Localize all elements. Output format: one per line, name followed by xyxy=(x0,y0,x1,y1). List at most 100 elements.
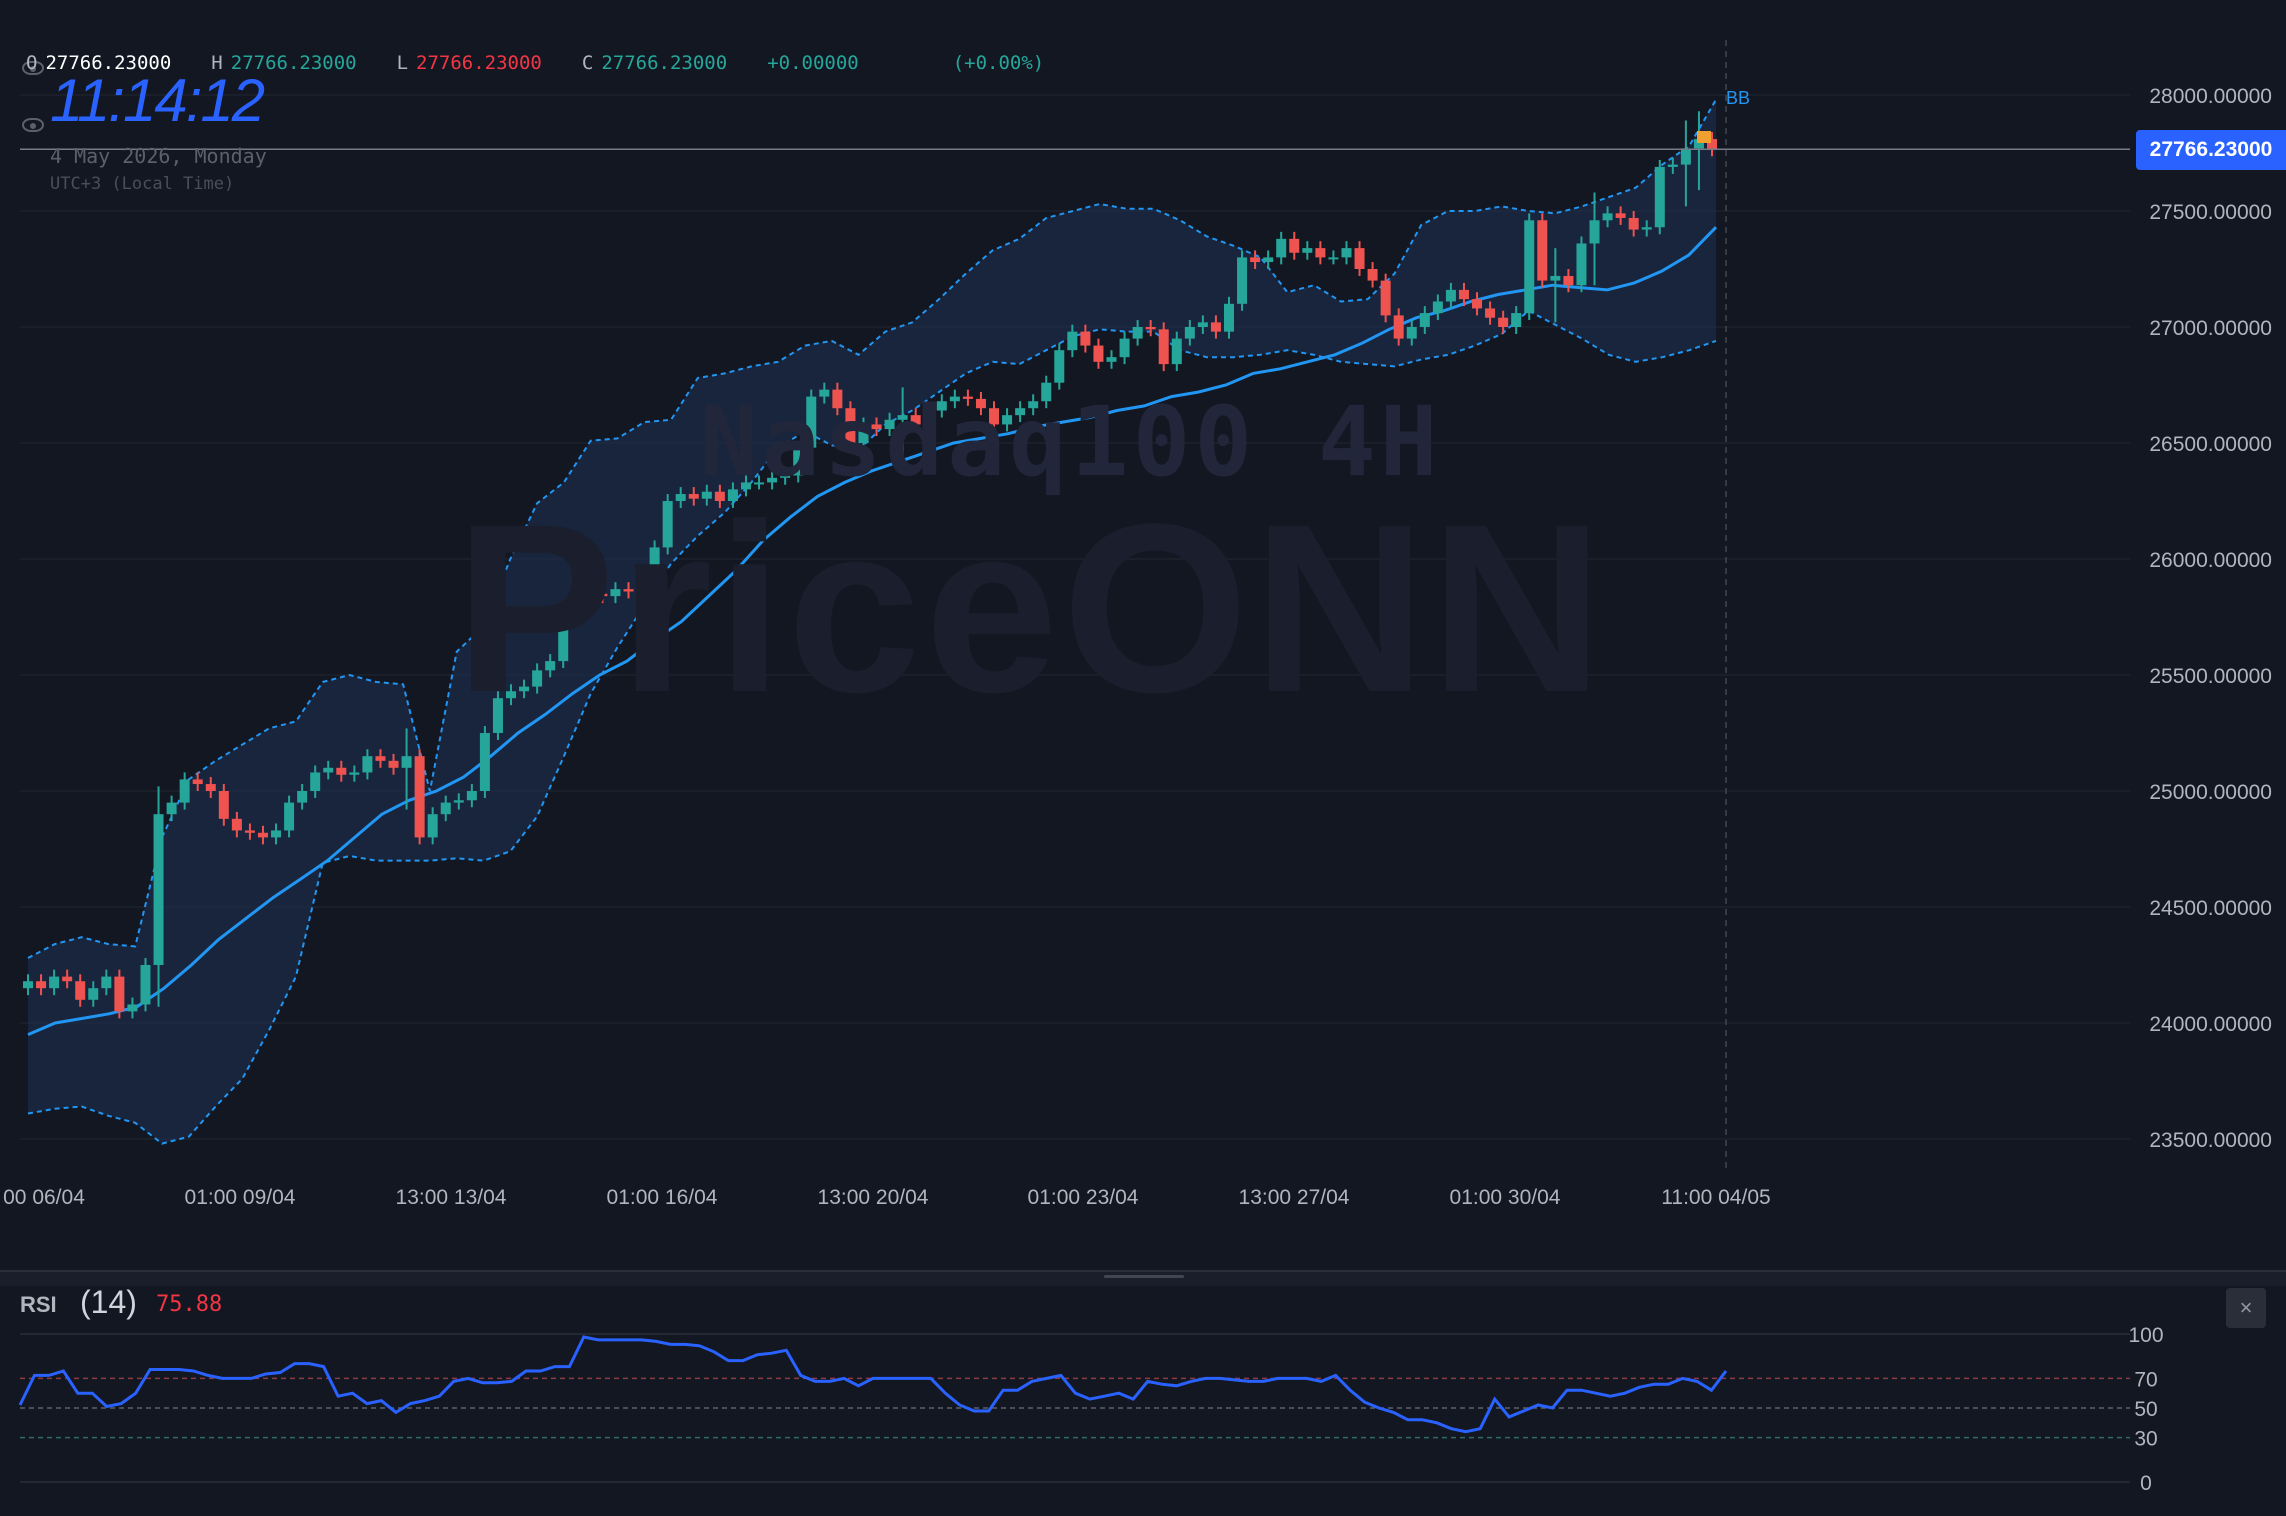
candle-body xyxy=(1419,313,1430,327)
pane-resize-handle[interactable] xyxy=(1104,1275,1184,1278)
candle-body xyxy=(1667,164,1678,167)
time-tick-label: 01:00 16/04 xyxy=(607,1186,718,1209)
time-tick-label: 13:00 27/04 xyxy=(1239,1186,1350,1209)
candle-body xyxy=(427,814,438,838)
clock-timezone: UTC+3 (Local Time) xyxy=(50,174,235,194)
candle-body xyxy=(205,784,216,791)
candle-body xyxy=(1406,327,1417,339)
price-tick-label: 24500.00000 xyxy=(2149,897,2272,920)
candle-body xyxy=(1289,238,1300,253)
candle-body xyxy=(75,981,86,1000)
candle-body xyxy=(1080,331,1091,346)
pane-divider[interactable] xyxy=(0,1270,2286,1286)
candle-body xyxy=(36,981,47,989)
candle-body xyxy=(297,791,308,803)
candle-body xyxy=(466,791,477,801)
candle-body xyxy=(244,830,255,833)
candle-body xyxy=(1341,248,1352,258)
candle-body xyxy=(23,981,33,989)
candle-body xyxy=(1393,315,1404,339)
candle-body xyxy=(88,988,99,1000)
time-tick-label: 01:00 23/04 xyxy=(1028,1186,1139,1209)
candle-body xyxy=(127,1004,138,1012)
price-tick-label: 23500.00000 xyxy=(2149,1129,2272,1152)
candle-body xyxy=(153,814,164,965)
price-tick-label: 26500.00000 xyxy=(2149,433,2272,456)
candle-body xyxy=(140,965,151,1005)
change-percent: (+0.00%) xyxy=(952,52,1045,74)
candle-body xyxy=(1511,313,1522,327)
time-axis[interactable]: 00 06/04 01:00 09/04 13:00 13/04 01:00 16/0… xyxy=(3,1186,1771,1209)
candle-body xyxy=(271,830,282,838)
clock-time: 11:14:12 xyxy=(50,67,265,134)
candle-body xyxy=(401,756,412,768)
time-tick-label: 00 06/04 xyxy=(3,1186,85,1209)
candle-body xyxy=(1589,220,1600,244)
candle-body xyxy=(1250,257,1261,263)
candle-body xyxy=(231,818,242,831)
candle-body xyxy=(1654,166,1665,228)
candle-body xyxy=(1197,322,1208,327)
price-tick-label: 27000.00000 xyxy=(2149,317,2272,340)
eye-icon[interactable] xyxy=(22,118,44,132)
bollinger-label: BB xyxy=(1726,88,1751,108)
candle-body xyxy=(1498,317,1509,327)
candle-body xyxy=(1276,238,1287,258)
rsi-tick-label: 70 xyxy=(2134,1368,2157,1391)
time-tick-label: 01:00 09/04 xyxy=(185,1186,296,1209)
candle-body xyxy=(1432,301,1443,314)
candle-body xyxy=(1563,275,1574,286)
candle-body xyxy=(1445,289,1456,302)
low-value: 27766.23000 xyxy=(416,52,542,74)
watermark-brand: PriceONN xyxy=(455,474,1608,742)
time-tick-label: 13:00 20/04 xyxy=(818,1186,929,1209)
candle-body xyxy=(1472,299,1483,309)
candle-body xyxy=(1054,350,1065,383)
candle-body xyxy=(388,760,399,768)
candle-body xyxy=(1550,275,1561,281)
candle-body xyxy=(1302,248,1313,253)
close-value: 27766.23000 xyxy=(601,52,728,74)
rsi-chart[interactable]: 100 70 50 30 0 xyxy=(0,1286,2286,1516)
candle-body xyxy=(1354,248,1365,269)
candle-body xyxy=(179,779,190,803)
candle-body xyxy=(1237,257,1248,304)
candle-body xyxy=(453,800,464,803)
candle-body xyxy=(440,802,451,815)
candle-body xyxy=(1680,148,1691,165)
candle-body xyxy=(1485,308,1496,318)
candle-body xyxy=(62,976,73,982)
candle-body xyxy=(1171,338,1182,365)
price-tick-label: 28000.00000 xyxy=(2149,85,2272,108)
candle-body xyxy=(362,756,373,773)
low-label: L xyxy=(396,52,409,74)
price-tick-label: 26000.00000 xyxy=(2149,549,2272,572)
candle-body xyxy=(101,976,112,989)
candle-body xyxy=(375,756,386,761)
candle-body xyxy=(323,767,334,773)
open-label: O xyxy=(26,52,38,74)
candle-body xyxy=(257,832,268,838)
candle-body xyxy=(310,772,321,791)
candle-body xyxy=(414,756,425,838)
candle-body xyxy=(1223,303,1234,332)
clock-date: 4 May 2026, Monday xyxy=(50,144,267,168)
candle-body xyxy=(192,779,203,785)
price-axis[interactable]: 23500.00000 24000.00000 24500.00000 25000.0… xyxy=(2149,85,2272,1152)
close-label: C xyxy=(581,52,594,74)
candle-body xyxy=(218,791,229,819)
candle-body xyxy=(1602,213,1613,221)
candle-body xyxy=(284,802,295,831)
time-tick-label: 13:00 13/04 xyxy=(396,1186,507,1209)
candle-body xyxy=(1328,257,1339,260)
candle-body xyxy=(1458,289,1469,300)
rsi-tick-label: 100 xyxy=(2128,1324,2163,1347)
candle-body xyxy=(1641,227,1652,230)
candle-body xyxy=(166,802,177,815)
candle-body xyxy=(1067,331,1078,351)
rsi-tick-label: 0 xyxy=(2140,1472,2152,1495)
candle-body xyxy=(336,767,347,775)
rsi-tick-label: 30 xyxy=(2134,1428,2157,1451)
candle-body xyxy=(1093,345,1104,362)
rsi-tick-label: 50 xyxy=(2134,1398,2157,1421)
